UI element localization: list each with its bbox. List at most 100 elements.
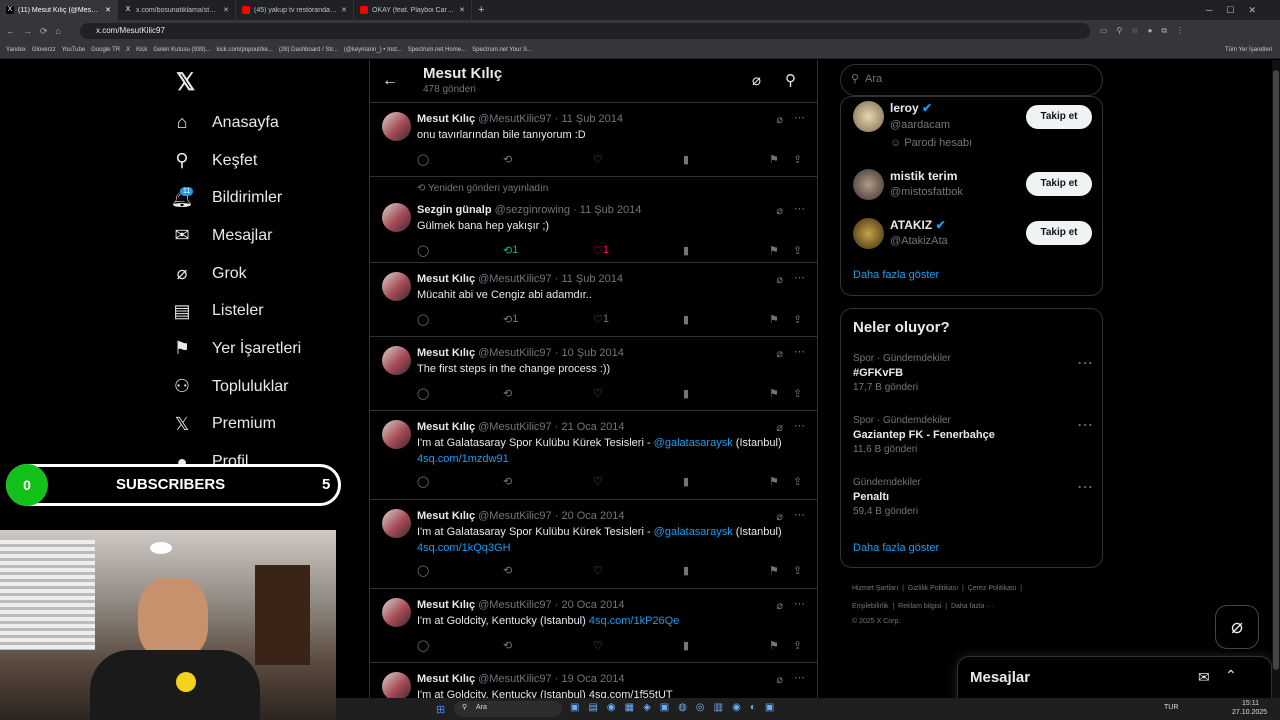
tweet-handle[interactable]: @MesutKilic97 [478, 673, 552, 685]
follow-name[interactable]: leroy ✔ [890, 101, 932, 115]
url-link[interactable]: 4sq.com/1kQq3GH [417, 542, 511, 554]
avatar[interactable] [382, 598, 411, 627]
grok-icon[interactable]: ⌀ [776, 421, 783, 434]
bookmark-item[interactable]: Google TR [91, 47, 120, 53]
bookmark-item[interactable]: Gloverzz [32, 47, 56, 53]
search-input[interactable]: ⚲ Ara [840, 64, 1103, 96]
bookmark-icon[interactable]: ⚑ [769, 475, 779, 488]
avatar[interactable] [382, 112, 411, 141]
all-bookmarks[interactable]: Tüm Yer İşaretleri [1225, 47, 1272, 53]
mention-link[interactable]: @galatasaraysk [654, 437, 733, 449]
sidebar-item-0[interactable]: ⌂ Anasayfa [170, 104, 365, 142]
share-icon[interactable]: ⇪ [793, 564, 802, 577]
like-button[interactable]: ♡ [593, 153, 603, 166]
tweet-author[interactable]: Mesut Kılıç [417, 599, 475, 611]
grok-icon[interactable]: ⌀ [776, 599, 783, 612]
windows-start-icon[interactable]: ⊞ [436, 703, 445, 716]
avatar[interactable] [382, 203, 411, 232]
reply-icon[interactable]: ◯ [417, 153, 429, 166]
avatar[interactable] [382, 272, 411, 301]
show-more-link[interactable]: Daha fazla göster [853, 542, 939, 554]
tweet[interactable]: Mesut Kılıç @MesutKilic97 · 10 Şub 2014 ⌀… [370, 337, 817, 411]
grok-icon[interactable]: ⌀ [776, 204, 783, 217]
follow-name[interactable]: ATAKIZ ✔ [890, 218, 946, 232]
grok-icon[interactable]: ⌀ [776, 273, 783, 286]
show-more-link[interactable]: Daha fazla göster [853, 269, 939, 281]
views-icon[interactable]: ▮ [683, 387, 689, 400]
mention-link[interactable]: @galatasaraysk [654, 526, 733, 538]
grok-icon[interactable]: ⌀ [776, 510, 783, 523]
bookmark-item[interactable]: X [126, 47, 130, 53]
reply-icon[interactable]: ◯ [417, 244, 429, 257]
bookmark-item[interactable]: (28) Dashboard / Str... [279, 47, 338, 53]
retweet-button[interactable]: ⟲ [503, 387, 512, 400]
like-button[interactable]: ♡ 1 [593, 244, 609, 257]
language-indicator[interactable]: TUR [1164, 704, 1178, 711]
share-icon[interactable]: ⇪ [793, 387, 802, 400]
tab-3[interactable]: (45) yakup tv restorandan hesa✕ [236, 0, 354, 20]
taskbar-app-icons[interactable]: ▣▤◉▦◈▣◍◎▥◉◐▣ [570, 702, 783, 713]
tweet-handle[interactable]: @sezginrowing [495, 204, 570, 216]
tweet-date[interactable]: · 20 Oca 2014 [555, 510, 625, 522]
bookmark-item[interactable]: (@keymann_) • Inst... [344, 47, 402, 53]
back-arrow-icon[interactable]: ← [382, 72, 398, 90]
sidebar-item-3[interactable]: ✉ Mesajlar [170, 217, 365, 255]
tweet[interactable]: Mesut Kılıç @MesutKilic97 · 20 Oca 2014 ⌀… [370, 589, 817, 663]
close-icon[interactable]: ✕ [459, 6, 465, 14]
reply-icon[interactable]: ◯ [417, 387, 429, 400]
avatar[interactable] [382, 346, 411, 375]
bookmark-item[interactable]: Gelen Kutusu (939)... [153, 47, 210, 53]
more-icon[interactable]: ⋯ [1077, 415, 1093, 435]
share-icon[interactable]: ⇪ [793, 313, 802, 326]
avatar[interactable] [853, 218, 884, 249]
close-icon[interactable]: ✕ [341, 6, 347, 14]
x-logo-icon[interactable]: 𝕏 [176, 68, 195, 97]
window-controls[interactable]: ─☐✕ [1206, 5, 1270, 16]
share-icon[interactable]: ⇪ [793, 244, 802, 257]
reply-icon[interactable]: ◯ [417, 475, 429, 488]
more-icon[interactable]: ⋯ [794, 419, 805, 432]
views-icon[interactable]: ▮ [683, 564, 689, 577]
tweet-handle[interactable]: @MesutKilic97 [478, 113, 552, 125]
url-field[interactable]: x.com/MesutKilic97 [80, 23, 1090, 39]
more-icon[interactable]: ⋯ [794, 271, 805, 284]
like-button[interactable]: ♡ 1 [593, 313, 609, 326]
grok-icon[interactable]: ⌀ [752, 71, 761, 89]
url-link[interactable]: 4sq.com/1kP26Qe [589, 615, 680, 627]
more-icon[interactable]: ⋯ [794, 508, 805, 521]
tweet-author[interactable]: Mesut Kılıç [417, 113, 475, 125]
retweet-button[interactable]: ⟲ [503, 639, 512, 652]
more-icon[interactable]: ⋯ [1077, 353, 1093, 373]
follow-button[interactable]: Takip et [1026, 105, 1092, 129]
bookmark-icon[interactable]: ⚑ [769, 564, 779, 577]
trend-item[interactable]: Gündemdekiler Penaltı 59,4 B gönderi ⋯ [853, 477, 1093, 517]
tweet-handle[interactable]: @MesutKilic97 [478, 347, 552, 359]
tweet-author[interactable]: Mesut Kılıç [417, 510, 475, 522]
tweet-date[interactable]: · 10 Şub 2014 [555, 347, 624, 359]
views-icon[interactable]: ▮ [683, 153, 689, 166]
views-icon[interactable]: ▮ [683, 244, 689, 257]
tab-4[interactable]: OKAY (feat. Playboi Carti & ✕ [354, 0, 472, 20]
share-icon[interactable]: ⇪ [793, 639, 802, 652]
retweet-button[interactable]: ⟲ [503, 475, 512, 488]
extension-icons[interactable]: ▭⚲☆●⧉⋮ [1100, 26, 1193, 36]
trend-item[interactable]: Spor · Gündemdekiler Gaziantep FK - Fene… [853, 415, 1093, 455]
bookmark-item[interactable]: Spectrum.net Your S... [472, 47, 532, 53]
bookmark-item[interactable]: YouTube [62, 47, 86, 53]
views-icon[interactable]: ▮ [683, 313, 689, 326]
bookmark-icon[interactable]: ⚑ [769, 153, 779, 166]
more-icon[interactable]: ⋯ [794, 597, 805, 610]
taskbar-search[interactable]: ⚲ Ara [454, 701, 562, 717]
tweet-author[interactable]: Mesut Kılıç [417, 421, 475, 433]
avatar[interactable] [853, 101, 884, 132]
tweet[interactable]: Mesut Kılıç @MesutKilic97 · 11 Şub 2014 ⌀… [370, 103, 817, 177]
retweet-button[interactable]: ⟲ [503, 564, 512, 577]
nav-buttons-icon[interactable]: ←→⟳⌂ [6, 26, 69, 37]
new-tab-icon[interactable]: + [478, 4, 484, 16]
grok-icon[interactable]: ⌀ [776, 673, 783, 686]
tweet-date[interactable]: · 11 Şub 2014 [555, 273, 623, 285]
reply-icon[interactable]: ◯ [417, 564, 429, 577]
scrollbar[interactable] [1272, 60, 1280, 720]
url-link[interactable]: 4sq.com/1mzdw91 [417, 453, 509, 465]
tweet[interactable]: Mesut Kılıç @MesutKilic97 · 20 Oca 2014 ⌀… [370, 500, 817, 589]
